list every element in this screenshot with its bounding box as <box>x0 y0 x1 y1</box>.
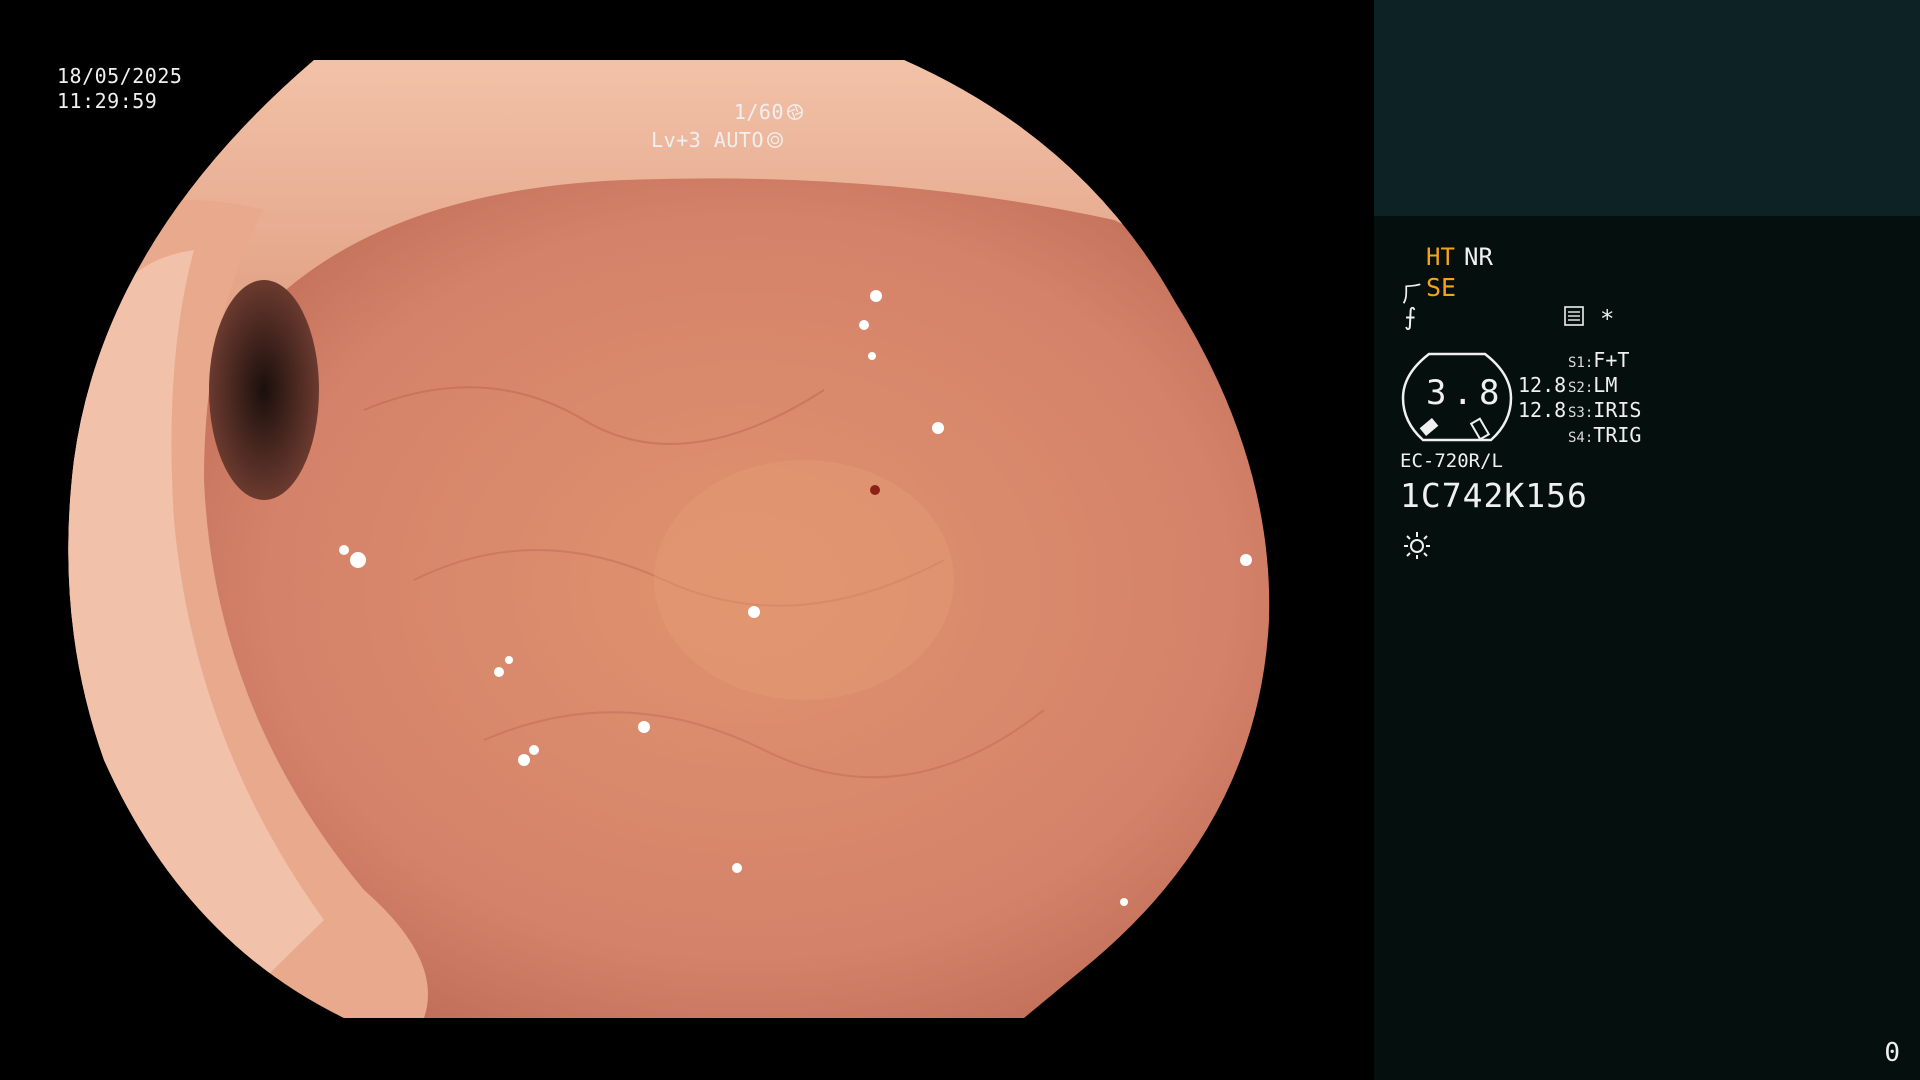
gauge-top-value: 12.8 <box>1518 373 1567 397</box>
panel-header-area <box>1374 0 1920 216</box>
freeze-icon: ⨍ <box>1404 303 1417 331</box>
image-counter: 0 <box>1884 1038 1900 1068</box>
level-label: Lv+3 AUTO <box>651 128 764 152</box>
switch-s3: S3:IRIS <box>1568 398 1641 422</box>
endoscopic-image <box>64 60 1309 1018</box>
time-readout: 11:29:59 <box>57 89 158 113</box>
switch-s2: S2:LM <box>1568 373 1617 397</box>
scope-model: EC-720R/L <box>1400 450 1503 472</box>
switch-value: IRIS <box>1593 398 1642 422</box>
endoscope-video: 18/05/2025 11:29:59 1/60 Lv+3 AUTO <box>0 0 1374 1080</box>
brightness-level-readout: Lv+3 AUTO <box>651 128 784 152</box>
switch-value: F+T <box>1593 348 1630 372</box>
iris-auto-icon <box>767 132 783 148</box>
gauge-bottom-value: 12.8 <box>1518 398 1567 422</box>
ht-indicator: HT <box>1426 243 1455 271</box>
switch-key: S1: <box>1568 355 1594 371</box>
nr-indicator: NR <box>1464 243 1493 271</box>
light-icon <box>1404 532 1430 559</box>
shutter-readout: 1/60 <box>734 100 804 124</box>
switch-s1: S1:F+T <box>1568 348 1629 372</box>
se-indicator: SE <box>1426 273 1457 302</box>
switch-s4: S4:TRIG <box>1568 423 1641 447</box>
date-readout: 18/05/2025 <box>57 64 183 88</box>
shutter-icon <box>787 104 803 120</box>
switch-key: S2: <box>1568 380 1594 396</box>
switch-key: S3: <box>1568 405 1594 421</box>
switch-key: S4: <box>1568 430 1594 446</box>
scope-serial: 1C742K156 <box>1400 476 1588 515</box>
colon-view <box>68 60 1270 1018</box>
switch-value: LM <box>1593 373 1618 397</box>
menu-icon <box>1564 306 1584 326</box>
info-panel: HT NR ⺁ SE ⨍ * 3.8 12.8 12.8 S1:F+T S2:L… <box>1374 0 1920 1080</box>
gauge-value: 3.8 <box>1426 373 1506 413</box>
star-indicator: * <box>1600 305 1615 333</box>
shutter-label: 1/60 <box>733 100 784 124</box>
switch-value: TRIG <box>1593 423 1642 447</box>
